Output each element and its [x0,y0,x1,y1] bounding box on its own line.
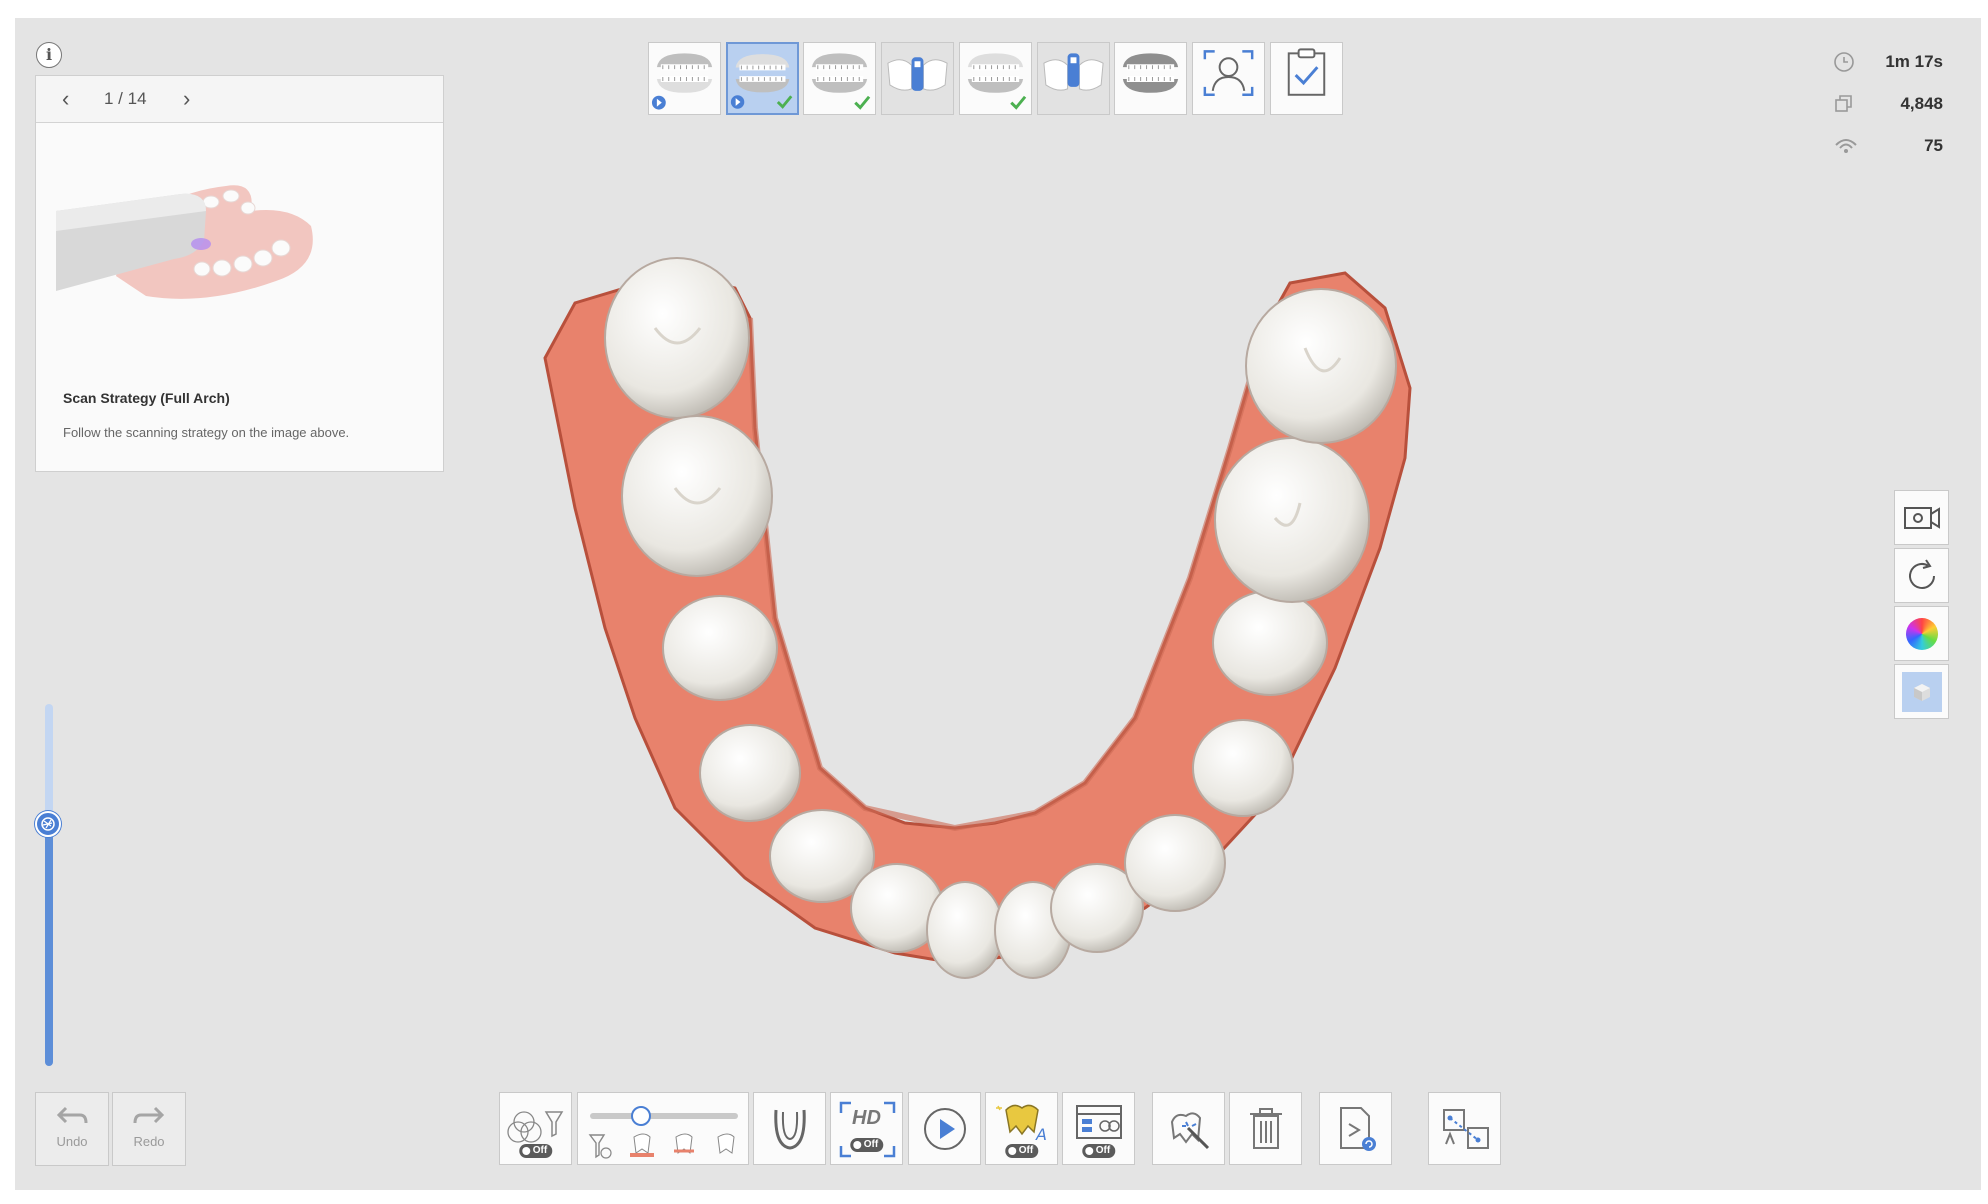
redo-label: Redo [133,1134,165,1149]
stage-icon [1043,52,1104,91]
guide-description: Follow the scanning strategy on the imag… [63,425,350,440]
filter-toggle-state: Off [518,1144,553,1158]
stage-mandible-button[interactable] [726,42,799,115]
video-camera-icon [1903,506,1940,529]
info-icon[interactable]: i [36,42,62,68]
hd-mode-button[interactable]: HD Off [830,1092,903,1165]
stage-occlusion-button[interactable] [803,42,876,115]
guide-pager: ‹ 1 / 14 › [36,76,443,123]
stage-mandible-scan-body-button[interactable] [1037,42,1110,115]
scan-time-value: 1m 17s [1885,52,1943,71]
play-button[interactable] [908,1092,981,1165]
color-wheel-icon [1905,617,1938,650]
magic-tooth-icon [1170,1111,1209,1149]
frame-count-value: 4,848 [1900,94,1943,113]
file-export-icon [1339,1106,1376,1151]
stage-icon [811,52,871,110]
color-toggle-button[interactable] [1894,606,1949,661]
pager-text: 1 / 14 [104,89,147,108]
chevron-right-icon[interactable]: › [183,86,190,112]
stage-maxilla-scan-body-button[interactable] [881,42,954,115]
stage-maxilla-button[interactable] [648,42,721,115]
ai-tooth-icon: A [995,1104,1047,1144]
redo-button[interactable]: Redo [112,1092,186,1166]
stage-icon [730,53,793,109]
screen-record-button[interactable] [1894,490,1949,545]
scan-guide-panel: ‹ 1 / 14 › Scan Strategy (Full Arch) Fol… [35,75,444,472]
guide-title: Scan Strategy (Full Arch) [63,390,230,406]
filter-toggle-button[interactable]: Off [499,1092,572,1165]
stage-icon [651,52,713,110]
signal-icon [1835,139,1857,153]
scan-depth-handle[interactable] [35,811,61,837]
stage-icon [1203,49,1254,96]
undo-button[interactable]: Undo [35,1092,109,1166]
stage-occlusion-pre-op-button[interactable] [1114,42,1187,115]
trash-icon [1249,1107,1282,1149]
frames-icon [1835,95,1852,112]
chevron-left-icon[interactable]: ‹ [62,86,69,112]
scan-time-row: 1m 17s [1833,51,1943,73]
filter-level-icons [588,1133,735,1159]
stage-face-scan-button[interactable] [1192,42,1265,115]
arch-icon [773,1109,806,1150]
aperture-icon [41,817,55,831]
stage-review-button[interactable] [1270,42,1343,115]
undo-icon [56,1106,88,1124]
undo-label: Undo [56,1134,88,1149]
smart-toggle-state: Off [1081,1144,1116,1158]
auto-trim-button[interactable] [1152,1092,1225,1165]
ai-toggle-state: Off [1004,1144,1039,1158]
align-button[interactable] [1428,1092,1501,1165]
accuracy-value: 75 [1924,136,1943,155]
filter-slider-track[interactable] [590,1113,738,1119]
stage-icon [1122,52,1179,93]
stage-mandible-pre-op-button[interactable] [959,42,1032,115]
stage-icon [887,56,948,91]
filter-slider-handle[interactable] [631,1106,651,1126]
smart-scan-button[interactable]: Off [1062,1092,1135,1165]
play-icon [923,1107,966,1150]
frame-count-row: 4,848 [1833,93,1943,115]
smart-screen-icon [1075,1104,1122,1139]
hd-toggle-state: Off [849,1138,884,1152]
mono-view-button[interactable] [1894,664,1949,719]
ai-scan-button[interactable]: A Off [985,1092,1058,1165]
reset-view-button[interactable] [1894,548,1949,603]
stage-icon [1287,47,1326,96]
export-button[interactable] [1319,1092,1392,1165]
scan-depth-fill [45,824,53,1066]
accuracy-row: 75 [1833,135,1943,157]
scanner-app: i ‹ 1 / 14 › Scan Strategy (Full Arch) F… [15,18,1981,1190]
arch-view-button[interactable] [753,1092,826,1165]
stage-icon [967,52,1027,110]
delete-button[interactable] [1229,1092,1302,1165]
tissue-filter-slider-box [577,1092,749,1165]
redo-icon [133,1106,165,1124]
clock-icon [1834,52,1854,72]
rotate-icon [1908,558,1935,589]
scan-strategy-illustration [56,185,313,299]
point-align-icon [1442,1108,1489,1149]
mandible-3d-model[interactable] [515,248,1475,1008]
svg-text:A: A [1035,1125,1047,1144]
cube-icon [1913,683,1930,701]
